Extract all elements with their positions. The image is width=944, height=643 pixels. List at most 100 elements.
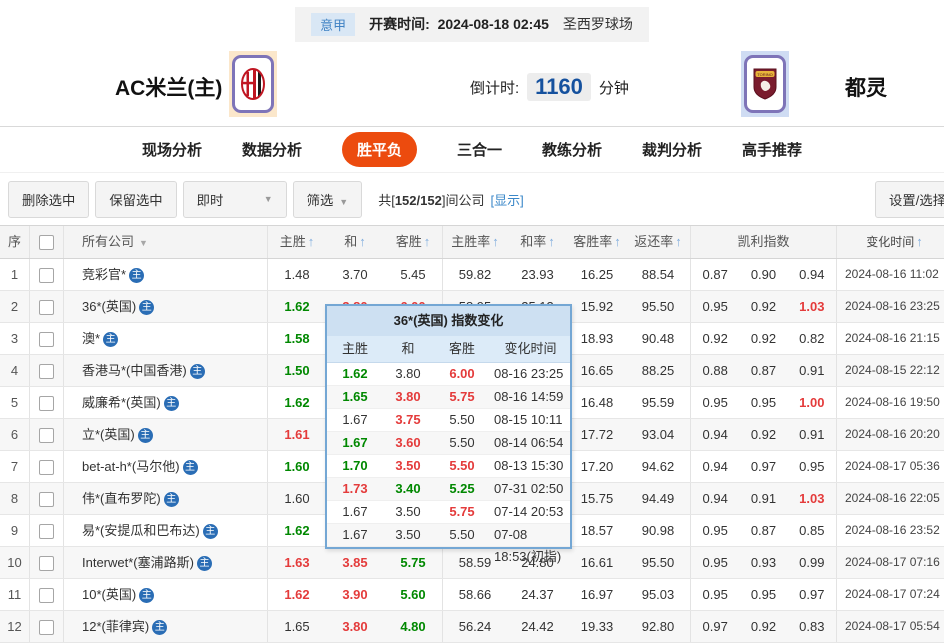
row-checkbox[interactable] [39, 428, 54, 443]
change-time-cell: 2024-08-17 05:36 [837, 451, 944, 482]
row-checkbox[interactable] [39, 300, 54, 315]
row-checkbox[interactable] [39, 332, 54, 347]
company-count: 共[152/152]间公司 [378, 190, 484, 209]
company-cell[interactable]: 36*(英国)主 [64, 291, 268, 322]
home-odds-cell[interactable]: 1.60 [268, 483, 326, 514]
row-checkbox[interactable] [39, 364, 54, 379]
away-odds-cell[interactable]: 5.60 [384, 579, 443, 610]
draw-odds-cell[interactable]: 3.70 [326, 259, 384, 290]
header-company[interactable]: 所有公司▼ [64, 226, 268, 258]
away-odds-cell[interactable]: 5.45 [384, 259, 443, 290]
draw-odds-cell[interactable]: 3.85 [326, 547, 384, 578]
draw-odds-cell[interactable]: 3.80 [326, 611, 384, 642]
company-cell[interactable]: 竞彩官*主 [64, 259, 268, 290]
change-time-cell: 2024-08-17 07:24 [837, 579, 944, 610]
tab-data-analysis[interactable]: 数据分析 [242, 139, 302, 160]
kelly-cell: 0.87 0.90 0.94 [691, 259, 837, 290]
header-draw-odds[interactable]: 和↑ [326, 226, 384, 258]
row-checkbox-cell [30, 483, 64, 514]
sort-asc-icon: ↑ [308, 234, 315, 249]
home-odds-cell[interactable]: 1.60 [268, 451, 326, 482]
kelly-home: 0.95 [691, 291, 739, 322]
kelly-cell: 0.95 0.92 1.03 [691, 291, 837, 322]
row-checkbox-cell [30, 387, 64, 418]
draw-odds-cell[interactable]: 3.90 [326, 579, 384, 610]
league-badge[interactable]: 意甲 [311, 13, 355, 36]
kelly-cell: 0.95 0.87 0.85 [691, 515, 837, 546]
popup-change-time: 08-16 14:59 [491, 386, 570, 408]
show-link[interactable]: [显示] [490, 190, 523, 209]
company-cell[interactable]: Interwet*(塞浦路斯)主 [64, 547, 268, 578]
row-checkbox[interactable] [39, 396, 54, 411]
tab-three-in-one[interactable]: 三合一 [457, 139, 502, 160]
away-odds-cell[interactable]: 4.80 [384, 611, 443, 642]
home-mark-icon: 主 [103, 332, 118, 347]
row-checkbox[interactable] [39, 588, 54, 603]
home-odds-cell[interactable]: 1.62 [268, 291, 326, 322]
popup-away-odds: 5.50 [433, 409, 491, 431]
home-odds-cell[interactable]: 1.62 [268, 515, 326, 546]
company-cell[interactable]: 威廉希*(英国)主 [64, 387, 268, 418]
change-time-cell: 2024-08-16 21:15 [837, 323, 944, 354]
header-home-odds[interactable]: 主胜↑ [268, 226, 326, 258]
settings-button[interactable]: 设置/选择 [875, 181, 944, 218]
tab-win-draw-lose[interactable]: 胜平负 [342, 132, 417, 167]
odds-mode-select[interactable]: 即时▼ [183, 181, 287, 218]
kelly-home: 0.92 [691, 323, 739, 354]
home-odds-cell[interactable]: 1.50 [268, 355, 326, 386]
header-home-rate[interactable]: 主胜率↑ [443, 226, 507, 258]
home-odds-cell[interactable]: 1.62 [268, 579, 326, 610]
home-odds-cell[interactable]: 1.61 [268, 419, 326, 450]
row-checkbox[interactable] [39, 460, 54, 475]
select-all-checkbox[interactable] [39, 235, 54, 250]
home-odds-cell[interactable]: 1.58 [268, 323, 326, 354]
row-seq: 3 [0, 323, 30, 354]
row-checkbox-cell [30, 291, 64, 322]
company-cell[interactable]: 香港马*(中国香港)主 [64, 355, 268, 386]
home-odds-cell[interactable]: 1.63 [268, 547, 326, 578]
row-checkbox[interactable] [39, 268, 54, 283]
home-odds-cell[interactable]: 1.65 [268, 611, 326, 642]
company-cell[interactable]: 易*(安提瓜和巴布达)主 [64, 515, 268, 546]
keep-selected-button[interactable]: 保留选中 [95, 181, 176, 218]
row-checkbox[interactable] [39, 620, 54, 635]
row-checkbox[interactable] [39, 492, 54, 507]
home-odds-cell[interactable]: 1.62 [268, 387, 326, 418]
sort-asc-icon: ↑ [359, 234, 366, 249]
company-cell[interactable]: bet-at-h*(马尔他)主 [64, 451, 268, 482]
tab-live-analysis[interactable]: 现场分析 [142, 139, 202, 160]
header-draw-rate[interactable]: 和率↑ [507, 226, 568, 258]
popup-draw-odds: 3.75 [383, 409, 433, 431]
away-rate-cell: 15.92 [568, 291, 626, 322]
home-odds-cell[interactable]: 1.48 [268, 259, 326, 290]
countdown-label: 倒计时: [470, 77, 519, 98]
away-odds-cell[interactable]: 5.75 [384, 547, 443, 578]
tab-referee-analysis[interactable]: 裁判分析 [642, 139, 702, 160]
row-seq: 10 [0, 547, 30, 578]
company-name: bet-at-h*(马尔他) [82, 459, 180, 474]
company-cell[interactable]: 立*(英国)主 [64, 419, 268, 450]
away-rate-cell: 16.97 [568, 579, 626, 610]
company-cell[interactable]: 10*(英国)主 [64, 579, 268, 610]
company-cell[interactable]: 12*(菲律宾)主 [64, 611, 268, 642]
kelly-draw: 0.90 [739, 259, 787, 290]
tab-expert-picks[interactable]: 高手推荐 [742, 139, 802, 160]
header-change-time[interactable]: 变化时间↑ [837, 226, 944, 258]
popup-draw-odds: 3.50 [383, 501, 433, 523]
header-payout[interactable]: 返还率↑ [626, 226, 691, 258]
kelly-cell: 0.95 0.93 0.99 [691, 547, 837, 578]
delete-selected-button[interactable]: 删除选中 [8, 181, 89, 218]
change-time-cell: 2024-08-16 23:25 [837, 291, 944, 322]
change-time-cell: 2024-08-17 05:54 [837, 611, 944, 642]
filter-button[interactable]: 筛选▼ [293, 181, 363, 218]
header-away-rate[interactable]: 客胜率↑ [568, 226, 626, 258]
header-checkbox-cell [30, 226, 64, 258]
row-checkbox-cell [30, 579, 64, 610]
company-cell[interactable]: 伟*(直布罗陀)主 [64, 483, 268, 514]
company-cell[interactable]: 澳*主 [64, 323, 268, 354]
tab-coach-analysis[interactable]: 教练分析 [542, 139, 602, 160]
away-rate-cell: 15.75 [568, 483, 626, 514]
header-away-odds[interactable]: 客胜↑ [384, 226, 443, 258]
row-checkbox[interactable] [39, 556, 54, 571]
row-checkbox[interactable] [39, 524, 54, 539]
